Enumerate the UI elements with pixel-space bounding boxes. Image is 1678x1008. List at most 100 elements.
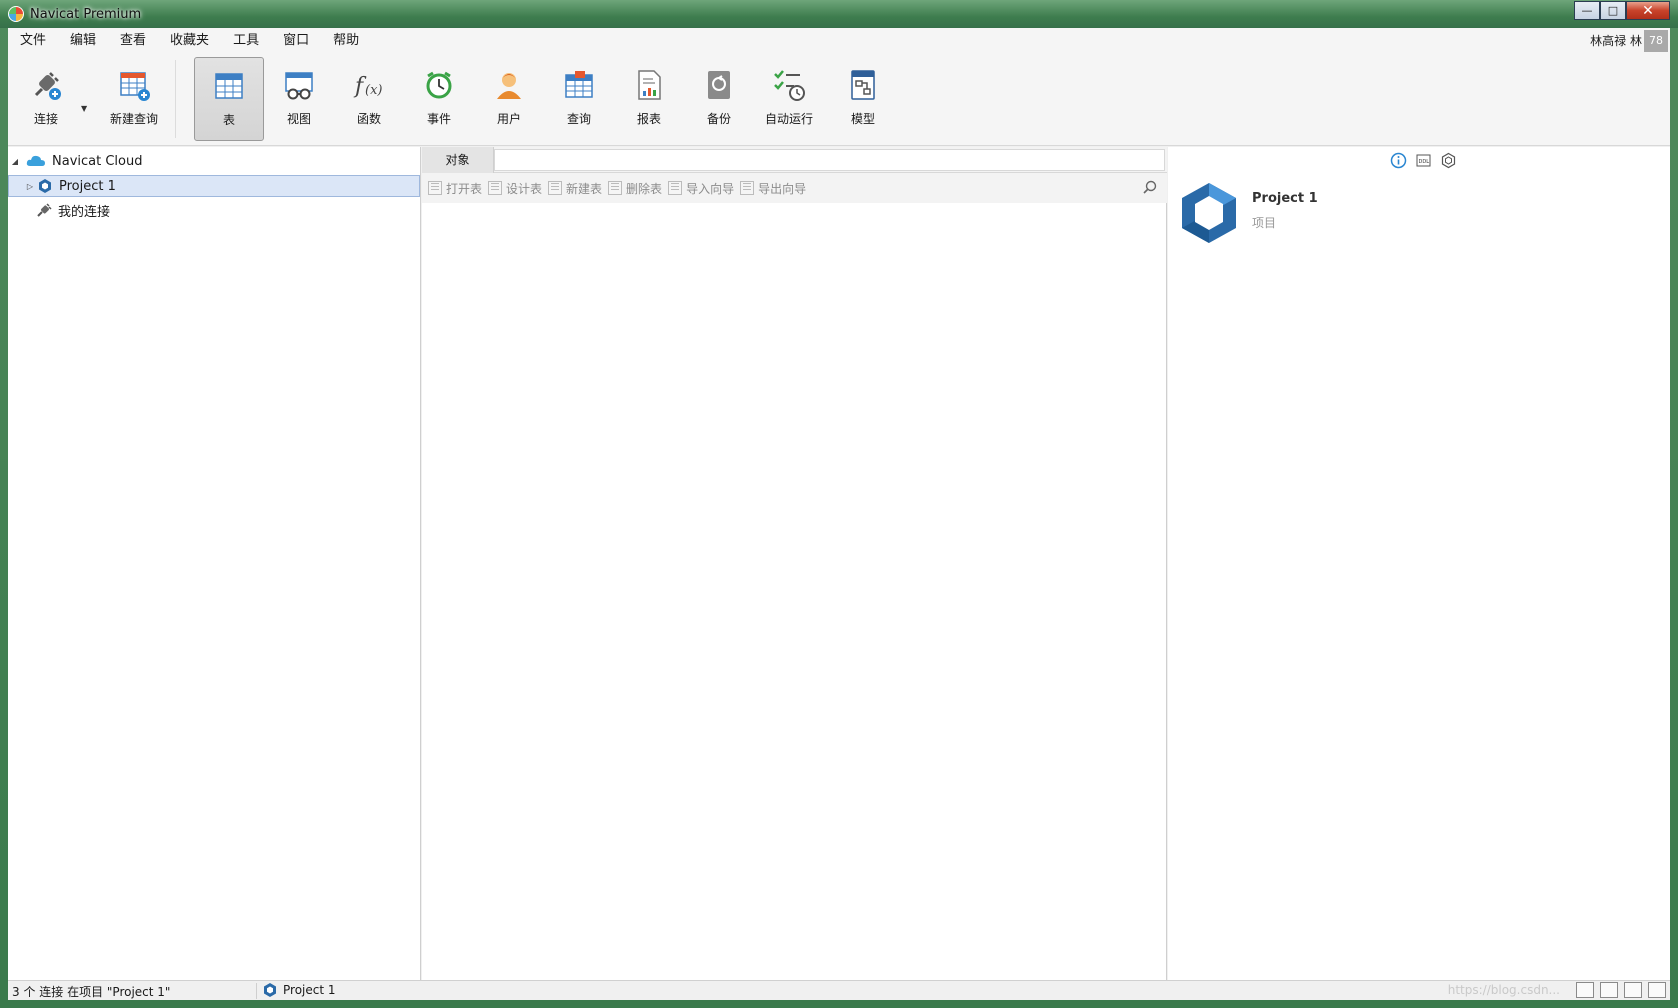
minimize-button[interactable]: — <box>1574 1 1600 20</box>
export-wizard-button[interactable]: 导出向导 <box>740 180 806 197</box>
report-button[interactable]: 报表 <box>614 57 684 141</box>
new-query-icon <box>120 72 150 101</box>
query-icon <box>565 71 593 98</box>
main-toolbar: 连接 ▼ 新建查询 表 视图 f (x) 函数 事件 用户 查询 报表 备份 自… <box>8 54 1670 146</box>
cloud-icon <box>26 155 45 166</box>
info-icon[interactable] <box>1390 152 1407 169</box>
window-title: Navicat Premium <box>30 6 142 22</box>
tree-item-my-connections[interactable]: 我的连接 <box>8 199 420 221</box>
design-table-icon <box>488 181 503 195</box>
maximize-button[interactable]: □ <box>1600 1 1626 20</box>
watermark-text: https://blog.csdn... <box>1447 983 1560 997</box>
status-connections-text: 3 个 连接 在项目 "Project 1" <box>12 985 171 999</box>
report-icon <box>638 70 661 100</box>
toolbar-separator <box>175 60 176 138</box>
table-label: 表 <box>222 113 235 127</box>
function-label: 函数 <box>356 112 381 126</box>
connect-button[interactable]: 连接 <box>16 57 76 141</box>
alarm-clock-icon <box>426 71 452 99</box>
connect-dropdown-icon[interactable]: ▼ <box>81 104 87 113</box>
svg-text:DDL: DDL <box>1419 159 1430 165</box>
menu-file[interactable]: 文件 <box>8 28 58 54</box>
connection-plug-icon <box>37 203 52 217</box>
menu-window[interactable]: 窗口 <box>271 28 321 54</box>
open-table-button[interactable]: 打开表 <box>428 180 482 197</box>
status-bar: 3 个 连接 在项目 "Project 1" Project 1 https:/… <box>8 980 1670 1000</box>
view-button[interactable]: 视图 <box>264 57 334 141</box>
user-icon <box>497 73 521 99</box>
table-button[interactable]: 表 <box>194 57 264 141</box>
connect-label: 连接 <box>33 112 58 126</box>
tab-strip-area <box>494 149 1165 171</box>
autorun-icon <box>774 70 805 101</box>
info-title: Project 1 <box>1252 191 1318 206</box>
menu-tools[interactable]: 工具 <box>221 28 271 54</box>
new-table-button[interactable]: 新建表 <box>548 180 602 197</box>
autorun-button[interactable]: 自动运行 <box>752 57 826 141</box>
menu-view[interactable]: 查看 <box>108 28 158 54</box>
info-tabs: DDL <box>1390 152 1457 169</box>
backup-icon <box>708 71 730 99</box>
query-button[interactable]: 查询 <box>544 57 614 141</box>
menu-help[interactable]: 帮助 <box>321 28 371 54</box>
open-table-icon <box>428 181 442 195</box>
info-subtitle: 项目 <box>1252 216 1277 230</box>
project-hexagon-icon <box>39 179 51 193</box>
hexagon-settings-icon[interactable] <box>1440 152 1457 169</box>
menu-bar: 文件 编辑 查看 收藏夹 工具 窗口 帮助 林高禄 林 78 <box>8 28 1670 54</box>
app-window: Navicat Premium — □ ✕ 文件 编辑 查看 收藏夹 工具 窗口… <box>0 0 1678 1008</box>
tree-label-project: Project 1 <box>59 178 116 194</box>
client-area: 文件 编辑 查看 收藏夹 工具 窗口 帮助 林高禄 林 78 连接 ▼ 新建查询… <box>8 28 1670 1000</box>
function-icon: f (x) <box>353 74 382 99</box>
tree-label-my-connections: 我的连接 <box>58 204 111 220</box>
user-badge[interactable]: 78 <box>1644 30 1668 52</box>
delete-table-button[interactable]: 删除表 <box>608 180 662 197</box>
user-name[interactable]: 林高禄 林 <box>1590 28 1642 54</box>
design-table-button[interactable]: 设计表 <box>488 180 542 197</box>
status-project-label: Project 1 <box>283 983 336 997</box>
function-button[interactable]: f (x) 函数 <box>334 57 404 141</box>
import-wizard-button[interactable]: 导入向导 <box>668 180 734 197</box>
new-query-button[interactable]: 新建查询 <box>92 57 176 141</box>
new-table-icon <box>548 181 563 195</box>
event-button[interactable]: 事件 <box>404 57 474 141</box>
objects-pane: 对象 打开表 设计表 新建表 删除表 导入向导 导出向导 <box>422 147 1167 999</box>
expanded-arrow-icon[interactable]: ◢ <box>8 157 22 166</box>
svg-text:(x): (x) <box>365 83 382 98</box>
title-bar[interactable]: Navicat Premium — □ ✕ <box>0 0 1678 28</box>
import-wizard-icon <box>668 181 683 195</box>
tab-objects[interactable]: 对象 <box>422 147 494 173</box>
close-button[interactable]: ✕ <box>1626 1 1670 20</box>
report-label: 报表 <box>636 112 661 126</box>
new-query-label: 新建查询 <box>109 112 158 126</box>
table-icon <box>215 73 243 99</box>
status-project: Project 1 <box>262 982 336 998</box>
menu-favorites[interactable]: 收藏夹 <box>158 28 221 54</box>
navicat-app-icon <box>8 6 24 22</box>
menu-edit[interactable]: 编辑 <box>58 28 108 54</box>
user-label: 用户 <box>496 112 521 126</box>
autorun-label: 自动运行 <box>764 112 813 126</box>
search-icon[interactable] <box>1143 180 1157 194</box>
ddl-icon[interactable]: DDL <box>1415 152 1432 169</box>
user-button[interactable]: 用户 <box>474 57 544 141</box>
tree-item-navicat-cloud[interactable]: ◢ Navicat Cloud <box>8 150 420 172</box>
tree-item-project-1[interactable]: ▷ Project 1 <box>8 175 420 197</box>
backup-button[interactable]: 备份 <box>684 57 754 141</box>
model-icon <box>851 70 875 100</box>
left-panel-toggle-icon[interactable] <box>1624 982 1642 998</box>
model-label: 模型 <box>850 112 875 126</box>
grid-view-icon[interactable] <box>1576 982 1594 998</box>
right-panel-toggle-icon[interactable] <box>1648 982 1666 998</box>
event-label: 事件 <box>426 112 451 126</box>
backup-label: 备份 <box>706 112 731 126</box>
project-hexagon-icon <box>264 983 276 997</box>
query-label: 查询 <box>566 112 591 126</box>
list-view-icon[interactable] <box>1600 982 1618 998</box>
objects-action-bar: 打开表 设计表 新建表 删除表 导入向导 导出向导 <box>422 173 1167 203</box>
model-button[interactable]: 模型 <box>828 57 898 141</box>
objects-tab-bar: 对象 <box>422 147 1167 173</box>
export-wizard-icon <box>740 181 755 195</box>
collapsed-arrow-icon[interactable]: ▷ <box>23 182 37 191</box>
project-logo-icon <box>1182 183 1236 243</box>
